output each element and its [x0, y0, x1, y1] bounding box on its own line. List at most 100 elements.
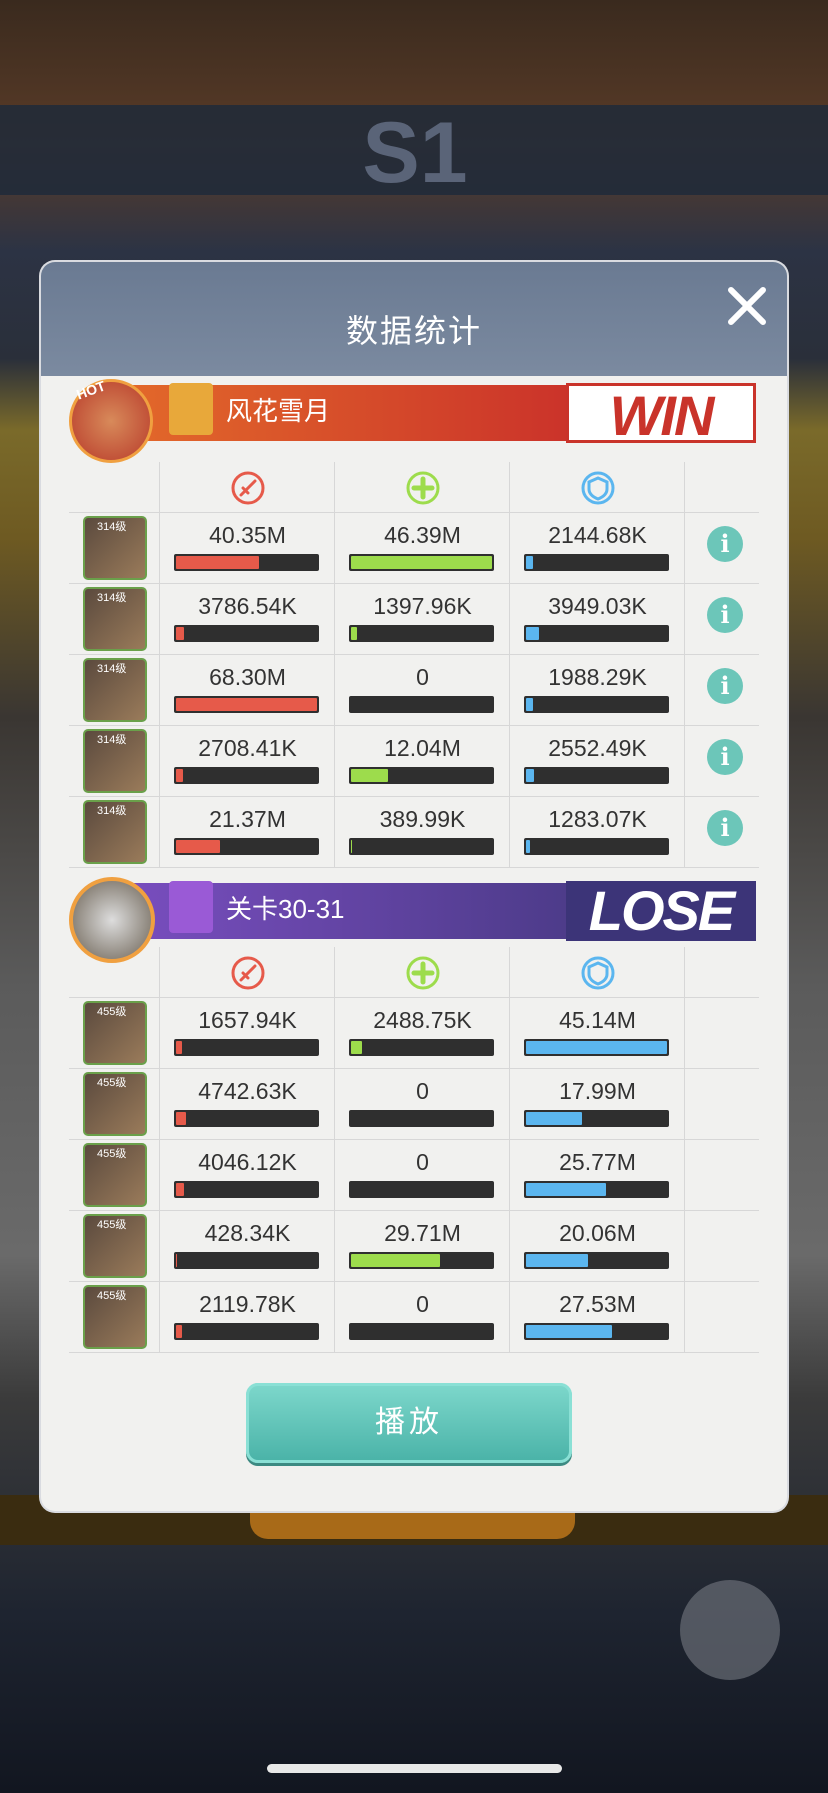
- heal-cell: 389.99K: [334, 796, 510, 867]
- info-icon[interactable]: i: [707, 597, 743, 633]
- battle-stats-modal: 数据统计 风花雪月 WIN HOT 314级 40.35M 46.39M 2144.6…: [41, 262, 787, 1511]
- heal-cell: 0: [334, 1281, 510, 1352]
- header-cell: [159, 947, 335, 997]
- header-cell: [684, 462, 760, 512]
- info-icon[interactable]: i: [707, 526, 743, 562]
- header-cell: [509, 462, 685, 512]
- tank-value: 25.77M: [559, 1149, 636, 1175]
- hero-cell: 314级: [69, 512, 159, 583]
- tank-bar: [524, 554, 669, 571]
- play-button[interactable]: 播放: [246, 1383, 572, 1463]
- hero-stats-row: 314级 2708.41K 12.04M 2552.49K i: [69, 725, 759, 797]
- hero-portrait[interactable]: 455级: [83, 1001, 147, 1065]
- damage-bar-fill: [176, 627, 185, 640]
- heal-cell: 2488.75K: [334, 997, 510, 1068]
- hero-portrait[interactable]: 314级: [83, 800, 147, 864]
- home-indicator[interactable]: [267, 1764, 562, 1773]
- tank-cell: 27.53M: [509, 1281, 685, 1352]
- damage-value: 4046.12K: [198, 1149, 297, 1175]
- damage-cell: 1657.94K: [159, 997, 335, 1068]
- hero-cell: 314级: [69, 725, 159, 796]
- tank-cell: 1283.07K: [509, 796, 685, 867]
- tank-bar: [524, 767, 669, 784]
- heal-cell: 0: [334, 654, 510, 725]
- info-icon[interactable]: i: [707, 668, 743, 704]
- hero-level: 455级: [97, 1290, 127, 1302]
- damage-cell: 3786.54K: [159, 583, 335, 654]
- hero-stats-row: 314级 21.37M 389.99K 1283.07K i: [69, 796, 759, 868]
- hero-portrait[interactable]: 455级: [83, 1072, 147, 1136]
- tank-bar: [524, 1323, 669, 1340]
- tank-bar: [524, 1039, 669, 1056]
- info-cell: i: [684, 725, 760, 796]
- tank-cell: 17.99M: [509, 1068, 685, 1139]
- damage-bar: [174, 838, 319, 855]
- tank-bar: [524, 1252, 669, 1269]
- heal-bar-fill: [351, 1254, 440, 1267]
- team2-bar: 关卡30-31 LOSE: [41, 877, 787, 963]
- hero-portrait[interactable]: 314级: [83, 516, 147, 580]
- hero-cell: 455级: [69, 1068, 159, 1139]
- modal-title: 数据统计: [345, 313, 482, 349]
- info-icon[interactable]: i: [707, 739, 743, 775]
- damage-value: 2119.78K: [199, 1291, 296, 1317]
- heal-bar: [349, 1252, 494, 1269]
- heal-bar-fill: [351, 627, 357, 640]
- close-icon: [728, 287, 766, 325]
- hero-cell: 455级: [69, 1210, 159, 1281]
- info-icon[interactable]: i: [707, 810, 743, 846]
- tank-value: 45.14M: [559, 1007, 636, 1033]
- damage-bar: [174, 554, 319, 571]
- background-round-label: S1: [362, 105, 468, 201]
- info-cell: i: [684, 583, 760, 654]
- close-button[interactable]: [721, 280, 773, 332]
- hero-level: 314级: [97, 805, 127, 817]
- info-cell: [684, 1281, 760, 1352]
- hero-stats-row: 314级 3786.54K 1397.96K 3949.03K i: [69, 583, 759, 655]
- background-stats-button: [680, 1580, 780, 1680]
- tank-bar: [524, 625, 669, 642]
- tank-bar-fill: [526, 698, 534, 711]
- tank-bar-fill: [526, 1325, 612, 1338]
- damage-value: 40.35M: [209, 522, 286, 548]
- heal-icon: [405, 955, 441, 991]
- team2-name: 关卡30-31: [226, 894, 345, 924]
- damage-icon: [230, 955, 266, 991]
- hero-portrait[interactable]: 455级: [83, 1143, 147, 1207]
- hero-portrait[interactable]: 314级: [83, 587, 147, 651]
- tank-bar-fill: [526, 1254, 589, 1267]
- heal-bar-fill: [351, 556, 492, 569]
- damage-bar-fill: [176, 1325, 182, 1338]
- info-cell: i: [684, 796, 760, 867]
- tank-bar-fill: [526, 840, 531, 853]
- hero-portrait[interactable]: 455级: [83, 1214, 147, 1278]
- damage-value: 428.34K: [204, 1220, 291, 1246]
- team2-stats-table: 455级 1657.94K 2488.75K 45.14M 455级 4742.63K 0 1…: [69, 947, 760, 1353]
- tank-bar-fill: [526, 769, 535, 782]
- heal-value: 46.39M: [384, 522, 461, 548]
- hero-level: 455级: [97, 1219, 127, 1231]
- header-cell: [334, 462, 510, 512]
- tank-value: 2552.49K: [548, 735, 647, 761]
- damage-bar: [174, 1252, 319, 1269]
- heal-value: 0: [416, 1291, 429, 1317]
- damage-value: 2708.41K: [198, 735, 297, 761]
- hero-portrait[interactable]: 314级: [83, 729, 147, 793]
- damage-bar: [174, 625, 319, 642]
- hero-portrait[interactable]: 455级: [83, 1285, 147, 1349]
- hero-stats-row: 314级 68.30M 0 1988.29K i: [69, 654, 759, 726]
- tank-bar: [524, 838, 669, 855]
- damage-bar-fill: [176, 556, 260, 569]
- header-cell: [509, 947, 685, 997]
- tank-value: 3949.03K: [548, 593, 647, 619]
- damage-bar: [174, 696, 319, 713]
- hero-portrait[interactable]: 314级: [83, 658, 147, 722]
- team1-emblem: [169, 383, 213, 435]
- heal-icon: [405, 470, 441, 506]
- hero-level: 314级: [97, 734, 127, 746]
- tank-bar: [524, 1181, 669, 1198]
- heal-cell: 0: [334, 1139, 510, 1210]
- hero-level: 314级: [97, 521, 127, 533]
- modal-header: 数据统计: [41, 262, 787, 376]
- team1-name: 风花雪月: [226, 396, 331, 426]
